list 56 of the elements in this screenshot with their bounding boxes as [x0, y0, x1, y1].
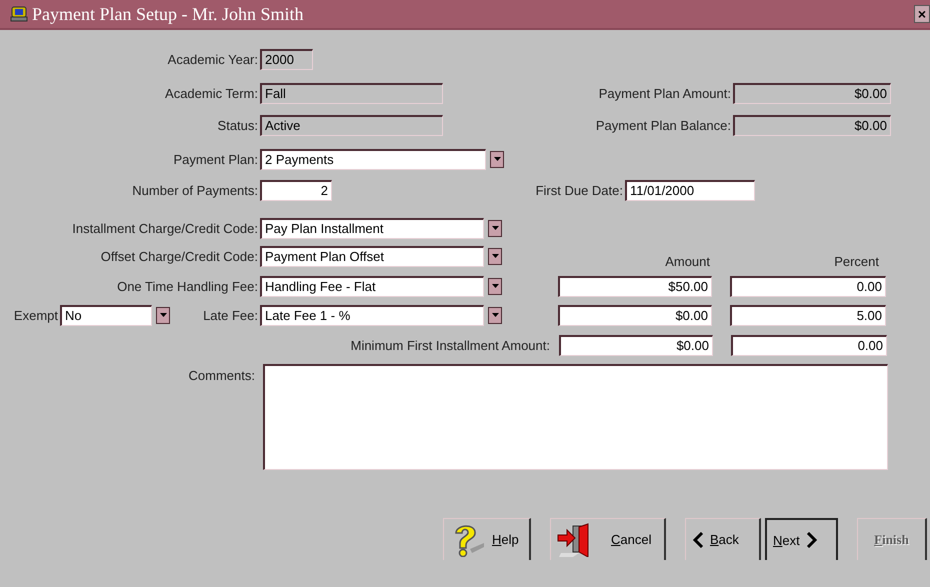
- amount-field[interactable]: $0.00: [558, 304, 712, 326]
- balance-field[interactable]: $0.00: [733, 114, 891, 136]
- caret-icon: [494, 157, 500, 161]
- field-label: Payment Plan Balance:: [594, 118, 732, 132]
- dropdown-button[interactable]: [488, 220, 502, 236]
- cancel-button[interactable]: Cancel: [550, 518, 666, 560]
- number-field[interactable]: 2: [260, 180, 332, 200]
- comments-field[interactable]: [263, 364, 888, 470]
- window-title: Payment Plan Setup - Mr. John Smith: [32, 4, 305, 24]
- field-label: Payment Plan Amount:: [598, 86, 732, 100]
- combo-field[interactable]: Payment Plan Offset: [260, 246, 484, 266]
- status-field[interactable]: Active: [260, 114, 443, 136]
- caret-icon: [492, 284, 498, 288]
- back-button[interactable]: Back: [685, 518, 761, 560]
- field-label: Late Fee:: [202, 308, 259, 322]
- column-header: Amount: [664, 252, 710, 268]
- percent-field[interactable]: 0.00: [730, 276, 886, 296]
- year-field[interactable]: 2000: [260, 48, 313, 70]
- amount-field[interactable]: $0.00: [559, 334, 713, 356]
- term-field[interactable]: Fall: [260, 82, 443, 104]
- dropdown-button[interactable]: [156, 306, 170, 324]
- field-label: Minimum First Installment Amount:: [350, 338, 551, 352]
- caret-icon: [160, 313, 166, 317]
- caret-icon: [492, 313, 498, 317]
- caret-icon: [492, 226, 498, 230]
- combo-field[interactable]: 2 Payments: [260, 148, 486, 170]
- field-label: Academic Term:: [164, 86, 259, 100]
- combo-field[interactable]: Handling Fee - Flat: [260, 276, 484, 296]
- field-label: Payment Plan:: [172, 152, 259, 166]
- field-label: First Due Date:: [534, 182, 624, 198]
- combo-field[interactable]: Late Fee 1 - %: [260, 304, 484, 326]
- field-label: Offset Charge/Credit Code:: [100, 248, 259, 264]
- dropdown-button[interactable]: [488, 248, 502, 264]
- field-label: Status:: [216, 118, 259, 132]
- percent-field[interactable]: 5.00: [730, 304, 886, 326]
- next-button[interactable]: Next: [765, 518, 838, 560]
- percent-field[interactable]: 0.00: [731, 334, 887, 356]
- field-label: Exempt: [12, 308, 59, 322]
- field-label: Comments:: [188, 367, 256, 383]
- field-label: Installment Charge/Credit Code:: [71, 220, 259, 236]
- dropdown-button[interactable]: [488, 306, 502, 324]
- column-header: Percent: [833, 252, 879, 268]
- date-field[interactable]: 11/01/2000: [625, 180, 755, 200]
- field-label: Number of Payments:: [131, 182, 259, 198]
- computer-icon: [10, 6, 28, 22]
- caret-icon: [492, 254, 498, 258]
- combo-field[interactable]: No: [60, 304, 152, 326]
- field-label: One Time Handling Fee:: [116, 278, 259, 294]
- combo-field[interactable]: Pay Plan Installment: [260, 218, 484, 238]
- help-button[interactable]: Help: [443, 518, 531, 560]
- amount-field[interactable]: $50.00: [558, 276, 712, 296]
- dropdown-button[interactable]: [490, 150, 504, 168]
- dropdown-button[interactable]: [488, 278, 502, 294]
- amount-field[interactable]: $0.00: [733, 82, 891, 104]
- field-label: Academic Year:: [166, 52, 259, 66]
- close-button[interactable]: ×: [914, 5, 930, 23]
